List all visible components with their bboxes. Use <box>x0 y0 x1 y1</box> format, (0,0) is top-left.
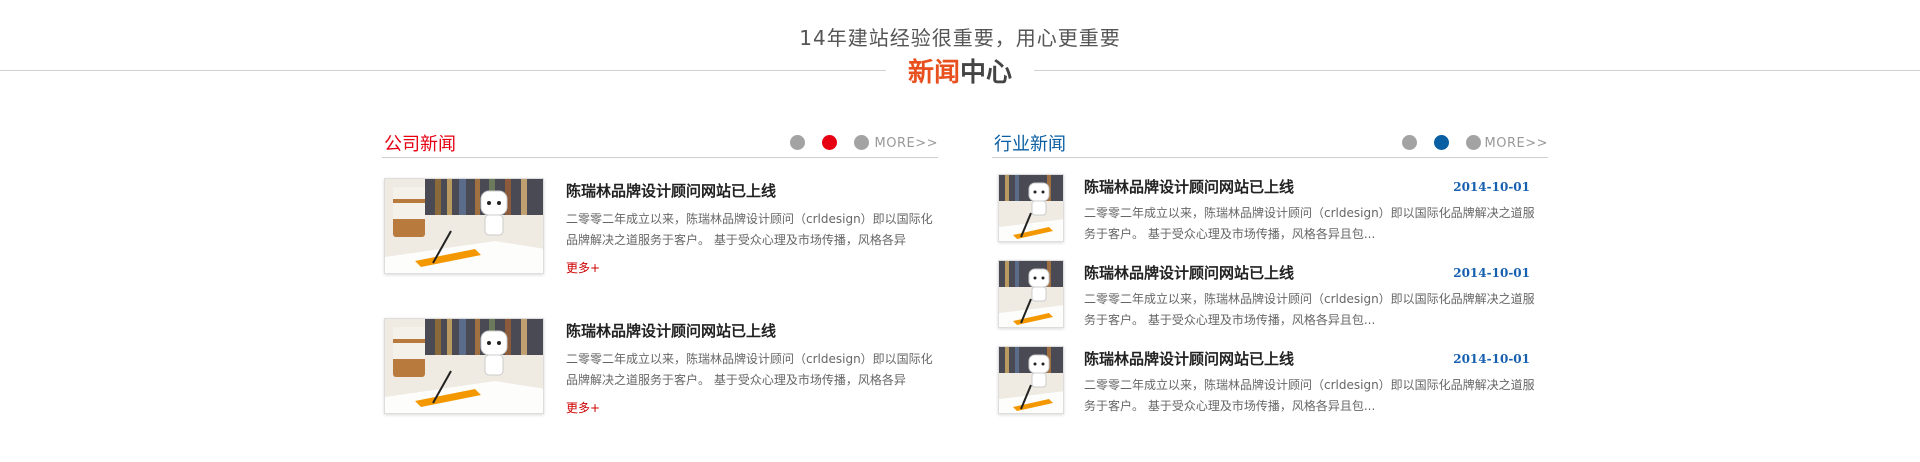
industry-news-panel: 行业新闻 MORE>> 陈瑞林品牌设计顾问网站已上线 2014-10-01 二零… <box>992 126 1548 414</box>
news-more-link[interactable]: 更多+ <box>566 399 938 416</box>
news-title[interactable]: 陈瑞林品牌设计顾问网站已上线 <box>1084 176 1294 197</box>
slogan: 14年建站经验很重要，用心更重要 <box>799 26 1121 50</box>
pager-dot-1[interactable] <box>790 135 805 150</box>
news-item[interactable]: 陈瑞林品牌设计顾问网站已上线 2014-10-01 二零零二年成立以来，陈瑞林品… <box>998 174 1548 246</box>
news-summary: 二零零二年成立以来，陈瑞林品牌设计顾问（crldesign）即以国际化品牌解决之… <box>566 212 933 247</box>
news-photo-icon <box>385 179 543 273</box>
pager-dot-3[interactable] <box>1466 135 1481 150</box>
company-news-header: 公司新闻 MORE>> <box>382 126 938 158</box>
news-text: 陈瑞林品牌设计顾问网站已上线 二零零二年成立以来，陈瑞林品牌设计顾问（crlde… <box>566 180 938 276</box>
news-text: 陈瑞林品牌设计顾问网站已上线 二零零二年成立以来，陈瑞林品牌设计顾问（crlde… <box>566 320 938 416</box>
news-thumbnail[interactable] <box>384 318 544 414</box>
news-photo-icon <box>999 261 1063 327</box>
pager-dot-3[interactable] <box>854 135 869 150</box>
industry-news-pager <box>1402 135 1481 150</box>
news-item[interactable]: 陈瑞林品牌设计顾问网站已上线 2014-10-01 二零零二年成立以来，陈瑞林品… <box>998 346 1548 418</box>
section-header: 14年建站经验很重要，用心更重要 新闻中心 <box>0 0 1920 90</box>
news-date: 2014-10-01 <box>1453 352 1530 366</box>
industry-news-more-link[interactable]: MORE>> <box>1485 136 1548 151</box>
news-text: 陈瑞林品牌设计顾问网站已上线 2014-10-01 二零零二年成立以来，陈瑞林品… <box>1084 262 1544 331</box>
news-more-link[interactable]: 更多+ <box>566 259 938 276</box>
news-photo-icon <box>999 347 1063 413</box>
news-item[interactable]: 陈瑞林品牌设计顾问网站已上线 二零零二年成立以来，陈瑞林品牌设计顾问（crlde… <box>382 178 938 278</box>
news-item[interactable]: 陈瑞林品牌设计顾问网站已上线 2014-10-01 二零零二年成立以来，陈瑞林品… <box>998 260 1548 332</box>
pager-dot-1[interactable] <box>1402 135 1417 150</box>
news-thumbnail[interactable] <box>998 346 1064 414</box>
pager-dot-2[interactable] <box>822 135 837 150</box>
company-news-title[interactable]: 公司新闻 <box>384 130 456 156</box>
news-summary: 二零零二年成立以来，陈瑞林品牌设计顾问（crldesign）即以国际化品牌解决之… <box>566 352 933 387</box>
company-news-panel: 公司新闻 MORE>> 陈瑞林品牌设计顾问网站已上线 二零零二年成立以来，陈瑞林… <box>382 126 938 415</box>
news-title[interactable]: 陈瑞林品牌设计顾问网站已上线 <box>566 180 938 201</box>
news-summary: 二零零二年成立以来，陈瑞林品牌设计顾问（crldesign）即以国际化品牌解决之… <box>1084 378 1535 413</box>
company-news-pager <box>790 135 869 150</box>
news-photo-icon <box>999 175 1063 241</box>
news-thumbnail[interactable] <box>998 174 1064 242</box>
company-news-more-link[interactable]: MORE>> <box>875 136 938 151</box>
news-title[interactable]: 陈瑞林品牌设计顾问网站已上线 <box>1084 348 1294 369</box>
news-summary: 二零零二年成立以来，陈瑞林品牌设计顾问（crldesign）即以国际化品牌解决之… <box>1084 206 1535 241</box>
news-photo-icon <box>385 319 543 413</box>
industry-news-title[interactable]: 行业新闻 <box>994 130 1066 156</box>
news-summary: 二零零二年成立以来，陈瑞林品牌设计顾问（crldesign）即以国际化品牌解决之… <box>1084 292 1535 327</box>
news-thumbnail[interactable] <box>384 178 544 274</box>
news-date: 2014-10-01 <box>1453 180 1530 194</box>
news-text: 陈瑞林品牌设计顾问网站已上线 2014-10-01 二零零二年成立以来，陈瑞林品… <box>1084 176 1544 245</box>
section-title: 新闻中心 <box>885 52 1035 89</box>
section-title-rest: 中心 <box>960 58 1013 88</box>
news-thumbnail[interactable] <box>998 260 1064 328</box>
news-date: 2014-10-01 <box>1453 266 1530 280</box>
pager-dot-2[interactable] <box>1434 135 1449 150</box>
news-item[interactable]: 陈瑞林品牌设计顾问网站已上线 二零零二年成立以来，陈瑞林品牌设计顾问（crlde… <box>382 318 938 418</box>
section-title-highlight: 新闻 <box>907 58 960 88</box>
news-title[interactable]: 陈瑞林品牌设计顾问网站已上线 <box>1084 262 1294 283</box>
news-text: 陈瑞林品牌设计顾问网站已上线 2014-10-01 二零零二年成立以来，陈瑞林品… <box>1084 348 1544 417</box>
news-title[interactable]: 陈瑞林品牌设计顾问网站已上线 <box>566 320 938 341</box>
industry-news-header: 行业新闻 MORE>> <box>992 126 1548 158</box>
